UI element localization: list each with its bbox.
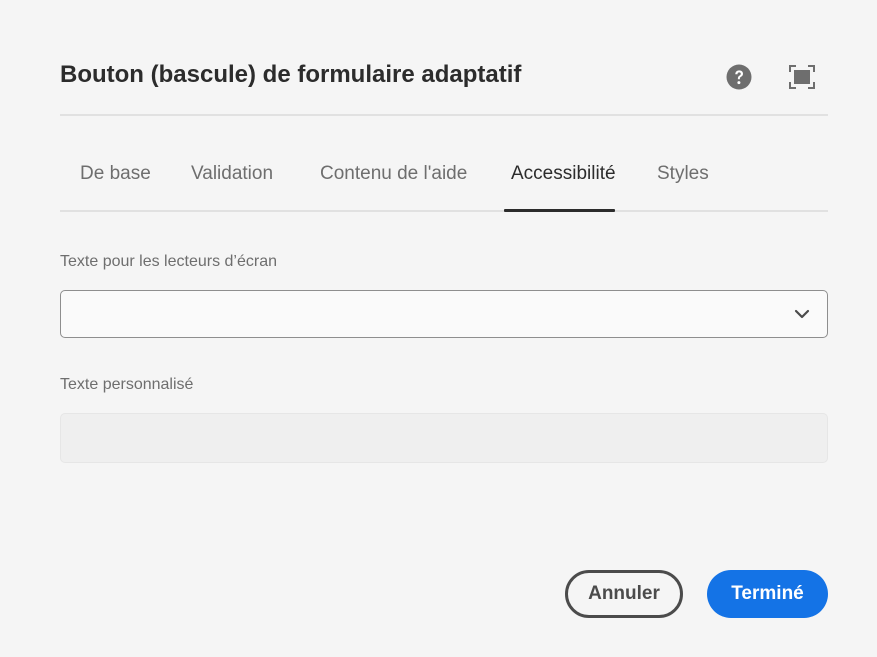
tab-styles[interactable]: Styles <box>657 163 709 210</box>
selected-tab-indicator <box>504 209 615 212</box>
custom-text-field[interactable] <box>60 413 828 463</box>
cancel-button[interactable]: Annuler <box>565 570 683 618</box>
dialog: Bouton (bascule) de formulaire adaptatif… <box>0 0 877 657</box>
tab-contenu-aide[interactable]: Contenu de l'aide <box>320 163 467 210</box>
tab-accessibilite[interactable]: Accessibilité <box>511 163 616 210</box>
done-button[interactable]: Terminé <box>707 570 828 618</box>
tab-list: De base Validation Contenu de l'aide Acc… <box>60 148 828 212</box>
help-icon[interactable] <box>726 64 752 90</box>
screen-reader-select[interactable] <box>60 290 828 338</box>
chevron-down-icon <box>794 309 810 319</box>
custom-text-label: Texte personnalisé <box>60 376 194 393</box>
screen-reader-label: Texte pour les lecteurs d’écran <box>60 253 277 270</box>
dialog-header: Bouton (bascule) de formulaire adaptatif <box>60 52 828 116</box>
dialog-title: Bouton (bascule) de formulaire adaptatif <box>60 61 522 88</box>
fullscreen-icon[interactable] <box>789 65 815 89</box>
tab-validation[interactable]: Validation <box>191 163 273 210</box>
tab-de-base[interactable]: De base <box>80 163 151 210</box>
